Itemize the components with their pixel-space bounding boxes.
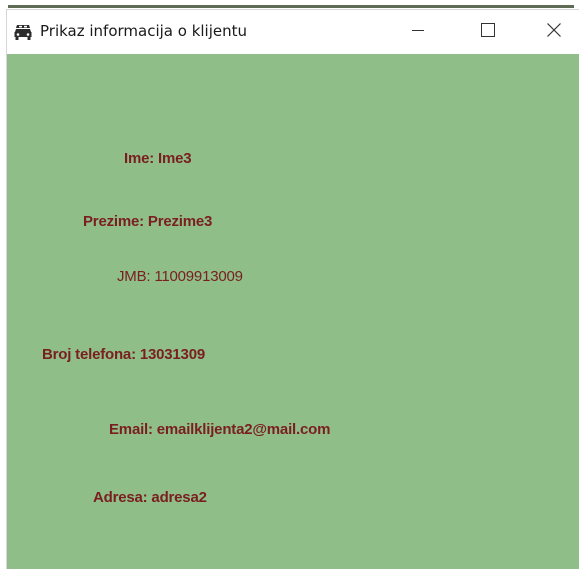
minimize-button[interactable] xyxy=(395,10,441,54)
prezime-label: Prezime: Prezime3 xyxy=(83,213,213,230)
maximize-button[interactable] xyxy=(465,10,511,54)
adresa-label: Adresa: adresa2 xyxy=(93,489,207,506)
close-icon xyxy=(547,22,561,42)
email-label: Email: emailklijenta2@mail.com xyxy=(109,421,331,438)
title-bar[interactable]: Prikaz informacija o klijentu xyxy=(7,10,579,54)
car-icon xyxy=(13,22,33,42)
background-window-edge xyxy=(8,5,574,8)
close-button[interactable] xyxy=(531,10,577,54)
maximize-icon xyxy=(481,22,495,42)
ime-label: Ime: Ime3 xyxy=(124,150,192,167)
client-info-window: Prikaz informacija o klijentu Ime: Ime3 … xyxy=(7,10,579,569)
window-title: Prikaz informacija o klijentu xyxy=(40,22,248,40)
client-info-panel: Ime: Ime3 Prezime: Prezime3 JMB: 1100991… xyxy=(7,54,579,569)
background-window-strip xyxy=(0,0,579,10)
minimize-icon xyxy=(412,23,424,41)
telefon-label: Broj telefona: 13031309 xyxy=(42,346,205,363)
jmb-label: JMB: 11009913009 xyxy=(117,268,243,285)
